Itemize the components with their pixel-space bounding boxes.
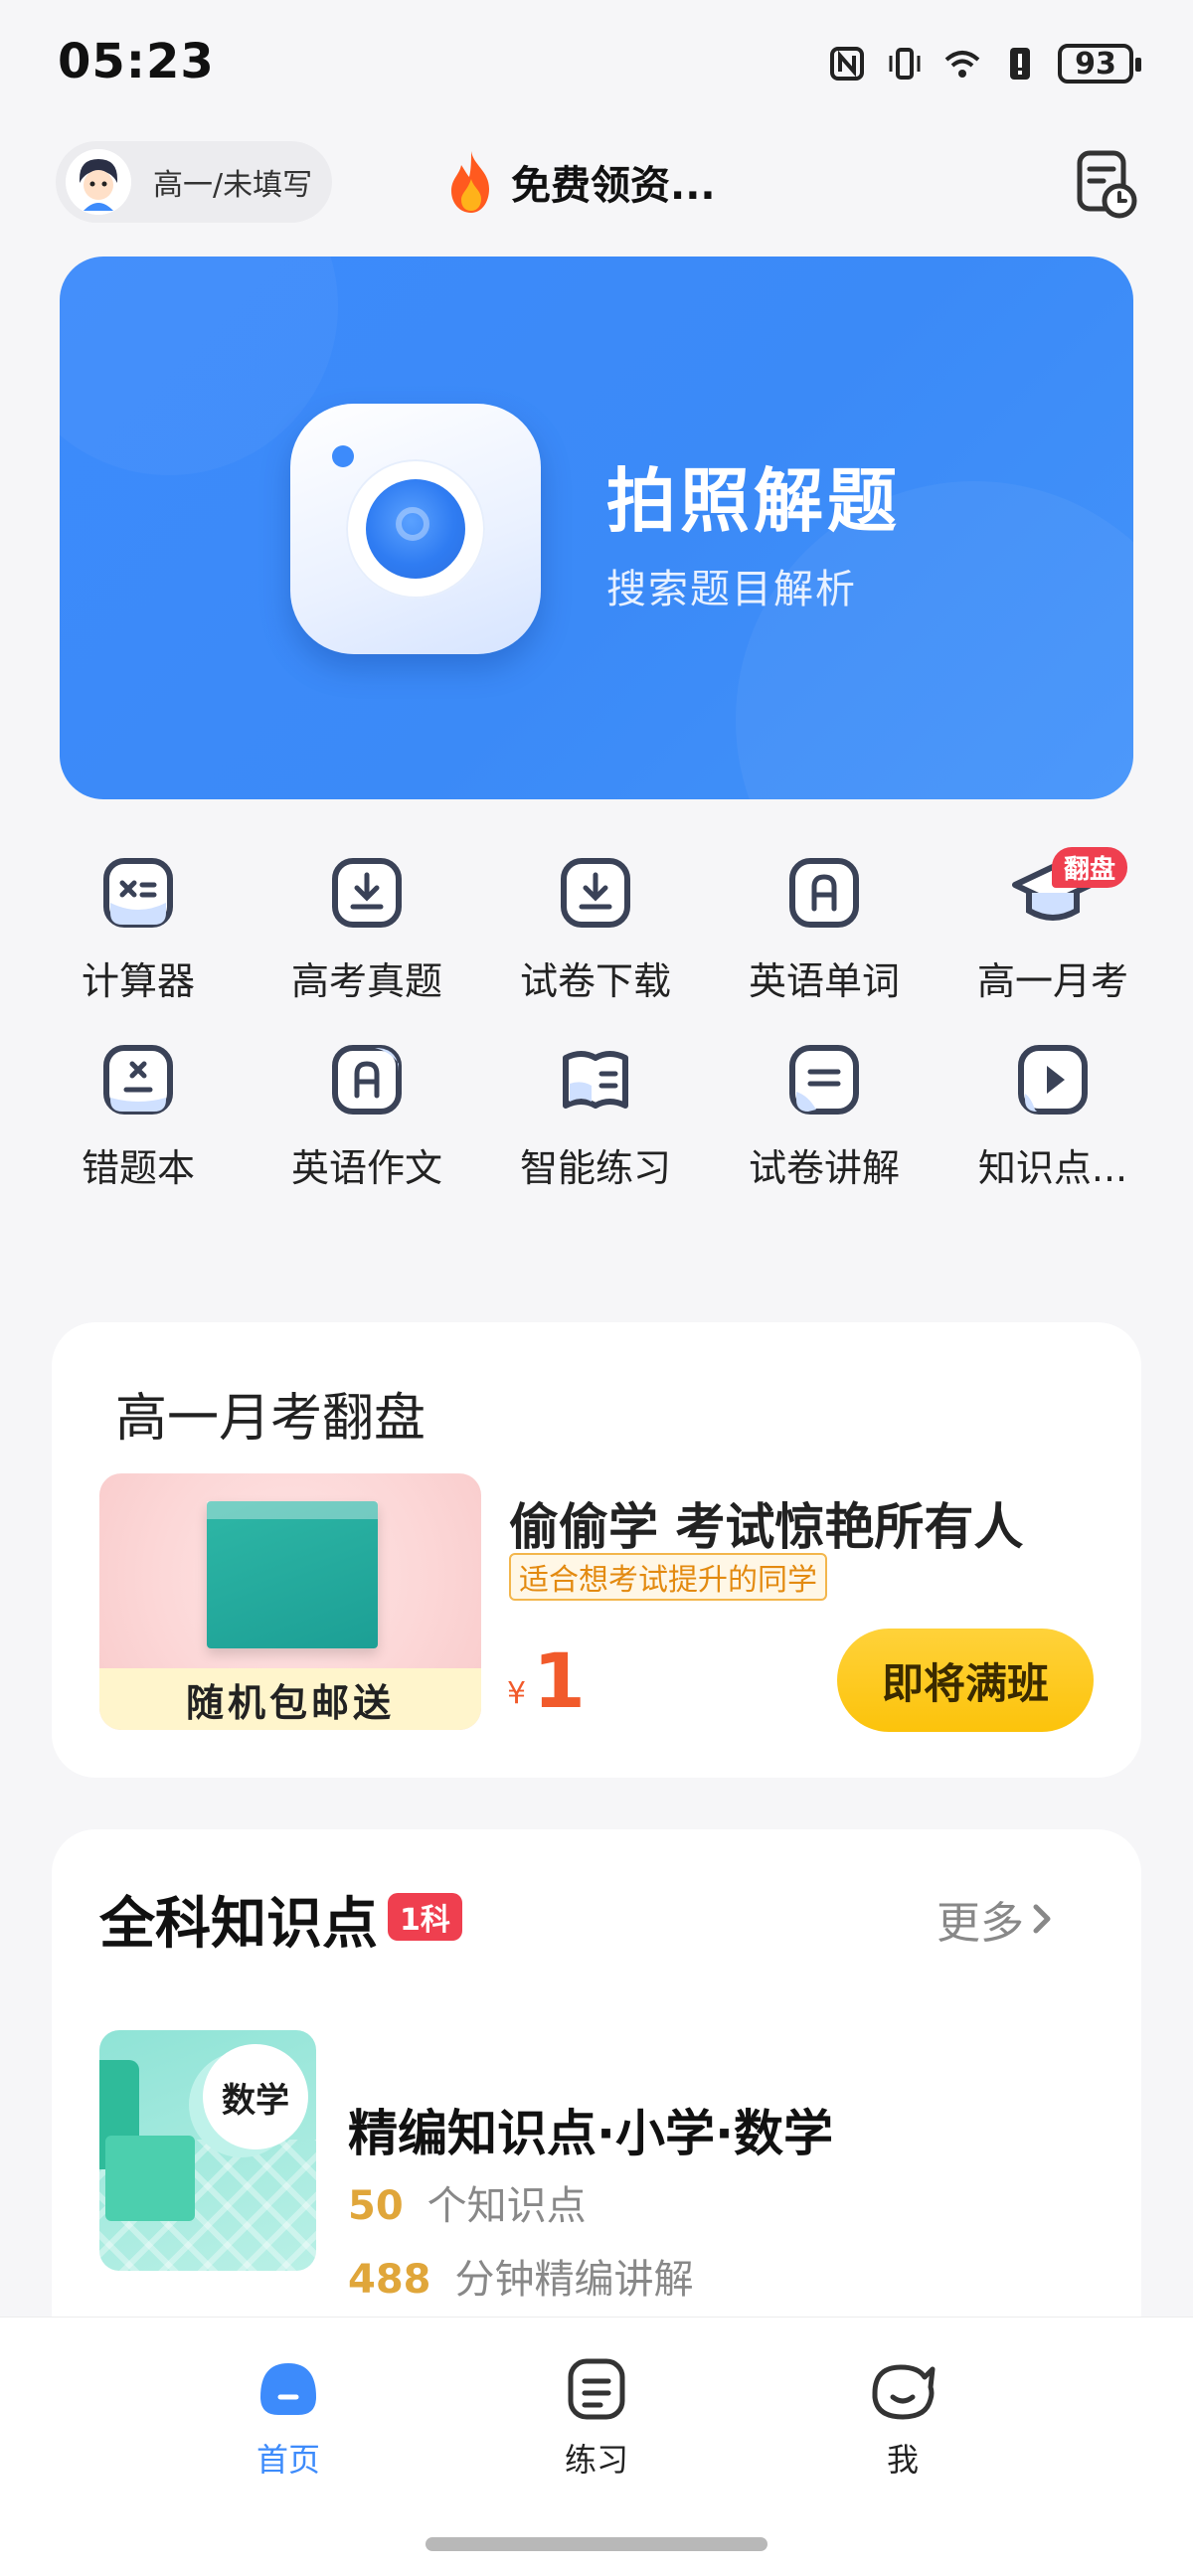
- tool-label: 高考真题: [290, 959, 442, 1003]
- avatar: [66, 149, 131, 215]
- nav-label: 练习: [564, 2441, 628, 2479]
- download-icon: [561, 858, 630, 928]
- tool-label: 英语作文: [290, 1146, 442, 1190]
- banner-title: 拍照解题: [606, 460, 901, 542]
- status-time: 05:23: [58, 34, 215, 89]
- course-minutes-stat: 488 分钟精编讲解: [348, 2247, 694, 2305]
- promo-label: 免费领资...: [511, 163, 716, 209]
- nav-practice[interactable]: 练习: [517, 2357, 676, 2481]
- enroll-button[interactable]: 即将满班: [837, 1629, 1094, 1732]
- chevron-right-icon: [1033, 1904, 1051, 1934]
- points-label: 个知识点: [426, 2183, 587, 2229]
- tool-label: 试卷下载: [519, 959, 671, 1003]
- course-title[interactable]: 精编知识点·小学·数学: [348, 2094, 833, 2165]
- home-icon: [260, 2363, 316, 2415]
- tool-paper-explain[interactable]: 试卷讲解: [725, 1044, 924, 1192]
- course-points-stat: 50 个知识点: [348, 2173, 587, 2231]
- tool-label: 计算器: [81, 959, 195, 1003]
- image-caption: 随机包邮送: [185, 1680, 395, 1725]
- calculator-icon: [103, 858, 173, 928]
- nav-label: 我: [886, 2441, 919, 2479]
- nav-home[interactable]: 首页: [209, 2357, 368, 2481]
- tool-badge: 翻盘: [1052, 847, 1128, 888]
- wrong-book-icon: [103, 1045, 173, 1115]
- points-count: 50: [348, 2183, 404, 2229]
- tool-gaokao-exams[interactable]: 高考真题: [267, 857, 466, 1005]
- tool-english-essay[interactable]: 英语作文: [267, 1044, 466, 1192]
- history-icon[interactable]: [1074, 149, 1137, 219]
- tool-label: 英语单词: [748, 959, 900, 1003]
- tool-label: 错题本: [81, 1146, 195, 1190]
- letter-a-icon: [789, 858, 859, 928]
- tool-label: 高一月考: [976, 959, 1128, 1003]
- section-title: 全科知识点: [99, 1892, 378, 1957]
- camera-icon: [290, 404, 541, 654]
- battery-indicator: 93: [1058, 44, 1141, 84]
- play-icon: [1018, 1045, 1088, 1115]
- status-icons: 93: [827, 44, 1141, 84]
- free-resources-promo[interactable]: 免费领资...: [443, 149, 716, 215]
- alert-icon: [1010, 48, 1030, 80]
- tool-wrong-book[interactable]: 错题本: [39, 1044, 238, 1192]
- book-package-image: 随机包邮送: [99, 1473, 481, 1730]
- student-avatar-icon: [66, 149, 131, 215]
- fire-icon: [451, 151, 489, 213]
- home-indicator[interactable]: [426, 2537, 767, 2551]
- letter-a-icon: [332, 1045, 402, 1115]
- monthly-exam-card[interactable]: 高一月考翻盘 随机包邮送 偷偷学 考试惊艳所有人 适合想考试提升的同学 ¥ 1 …: [52, 1322, 1141, 1778]
- vibrate-icon: [889, 48, 921, 80]
- promo-headline: 偷偷学 考试惊艳所有人: [509, 1498, 1024, 1556]
- wifi-icon: [944, 51, 980, 78]
- price-value: 1: [533, 1636, 586, 1725]
- minutes-label: 分钟精编讲解: [454, 2257, 694, 2303]
- tool-knowledge-points[interactable]: 知识点...: [953, 1044, 1152, 1192]
- nav-me[interactable]: 我: [823, 2357, 982, 2481]
- document-icon: [789, 1045, 859, 1115]
- tool-label: 智能练习: [519, 1146, 671, 1190]
- tool-paper-download[interactable]: 试卷下载: [496, 857, 695, 1005]
- tool-label: 试卷讲解: [748, 1146, 900, 1190]
- grade-label: 高一/未填写: [153, 168, 313, 203]
- minutes-count: 488: [348, 2257, 431, 2303]
- more-link[interactable]: 更多: [937, 1887, 1056, 1951]
- nfc-icon: [830, 47, 864, 81]
- banner-subtitle: 搜索题目解析: [606, 567, 857, 612]
- card-title: 高一月考翻盘: [115, 1389, 426, 1449]
- course-cover[interactable]: 数学: [99, 2030, 316, 2271]
- grade-selector[interactable]: 高一/未填写: [56, 141, 332, 223]
- practice-book-icon: [563, 1051, 628, 1109]
- tool-label: 知识点...: [977, 1146, 1128, 1190]
- download-icon: [332, 858, 402, 928]
- profile-icon: [872, 2364, 936, 2420]
- cover-subject-label: 数学: [222, 2080, 289, 2121]
- more-label: 更多: [937, 1898, 1024, 1949]
- tool-calculator[interactable]: 计算器: [39, 857, 238, 1005]
- price-symbol: ¥: [507, 1676, 527, 1711]
- promo-tag: 适合想考试提升的同学: [509, 1553, 827, 1601]
- tool-smart-practice[interactable]: 智能练习: [496, 1044, 695, 1192]
- photo-search-banner[interactable]: 拍照解题 搜索题目解析: [60, 257, 1133, 799]
- tool-english-words[interactable]: 英语单词: [725, 857, 924, 1005]
- nav-label: 首页: [256, 2441, 320, 2479]
- practice-icon: [568, 2358, 625, 2420]
- subject-count-badge: 1科: [388, 1893, 462, 1941]
